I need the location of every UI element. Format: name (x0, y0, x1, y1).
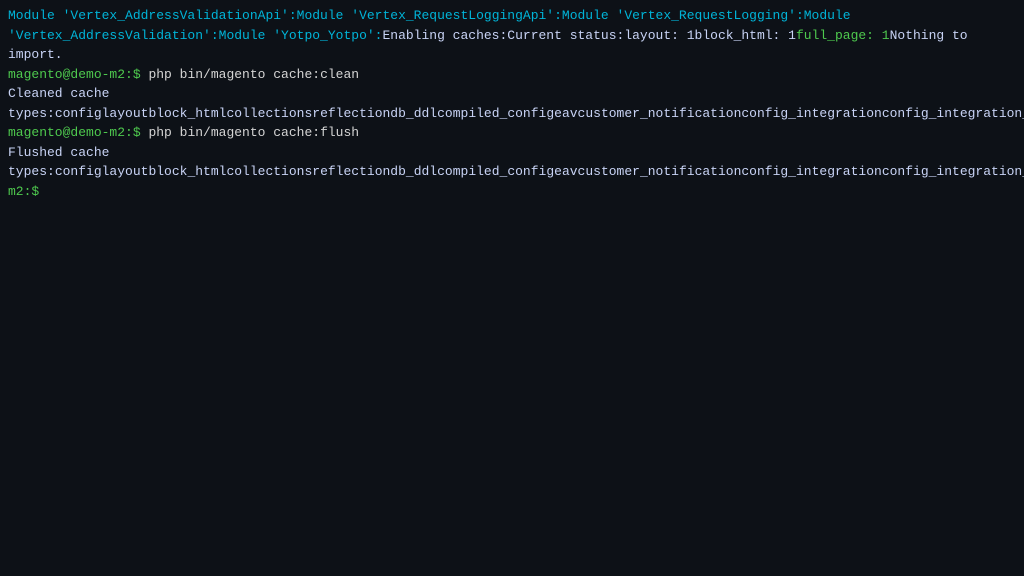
terminal-line: Module 'Vertex_AddressValidationApi': (8, 8, 297, 23)
terminal-line: config (55, 106, 102, 121)
terminal-line: config_integration_api (882, 164, 1024, 179)
command: php bin/magento cache:flush (148, 125, 359, 140)
terminal-line: layout (102, 164, 149, 179)
terminal-line: Current status: (507, 28, 624, 43)
prompt: magento@demo-m2:$ (8, 67, 148, 82)
terminal-line: block_html (148, 164, 226, 179)
terminal-line: Module 'Vertex_RequestLogging': (562, 8, 804, 23)
terminal-line: layout (102, 106, 149, 121)
terminal-line: Module 'Yotpo_Yotpo': (219, 28, 383, 43)
prompt: magento@demo-m2:$ (8, 125, 148, 140)
terminal-line: layout: 1 (624, 28, 694, 43)
terminal-line: eav (554, 164, 577, 179)
terminal-line: collections (226, 106, 312, 121)
terminal-line: customer_notification (578, 164, 742, 179)
terminal-line: db_ddl (390, 106, 437, 121)
terminal-line: magento@demo-m2:$ php bin/magento cache:… (8, 123, 1016, 143)
terminal-line: customer_notification (578, 106, 742, 121)
terminal-line: db_ddl (390, 164, 437, 179)
terminal-line: reflection (312, 164, 390, 179)
terminal[interactable]: Module 'Vertex_AddressValidationApi':Mod… (0, 0, 1024, 576)
terminal-line: config_integration_api (882, 106, 1024, 121)
terminal-line: block_html: 1 (695, 28, 796, 43)
terminal-line: config_integration (741, 106, 881, 121)
terminal-line: Enabling caches: (382, 28, 507, 43)
terminal-line: config (55, 164, 102, 179)
terminal-line: eav (554, 106, 577, 121)
terminal-line: collections (226, 164, 312, 179)
command: php bin/magento cache:clean (148, 67, 359, 82)
terminal-line: magento@demo-m2:$ php bin/magento cache:… (8, 65, 1016, 85)
terminal-line: full_page: 1 (796, 28, 890, 43)
terminal-line: compiled_config (437, 106, 554, 121)
terminal-line: config_integration (741, 164, 881, 179)
terminal-line: Module 'Vertex_RequestLoggingApi': (297, 8, 562, 23)
terminal-line: compiled_config (437, 164, 554, 179)
terminal-line: reflection (312, 106, 390, 121)
terminal-line: block_html (148, 106, 226, 121)
